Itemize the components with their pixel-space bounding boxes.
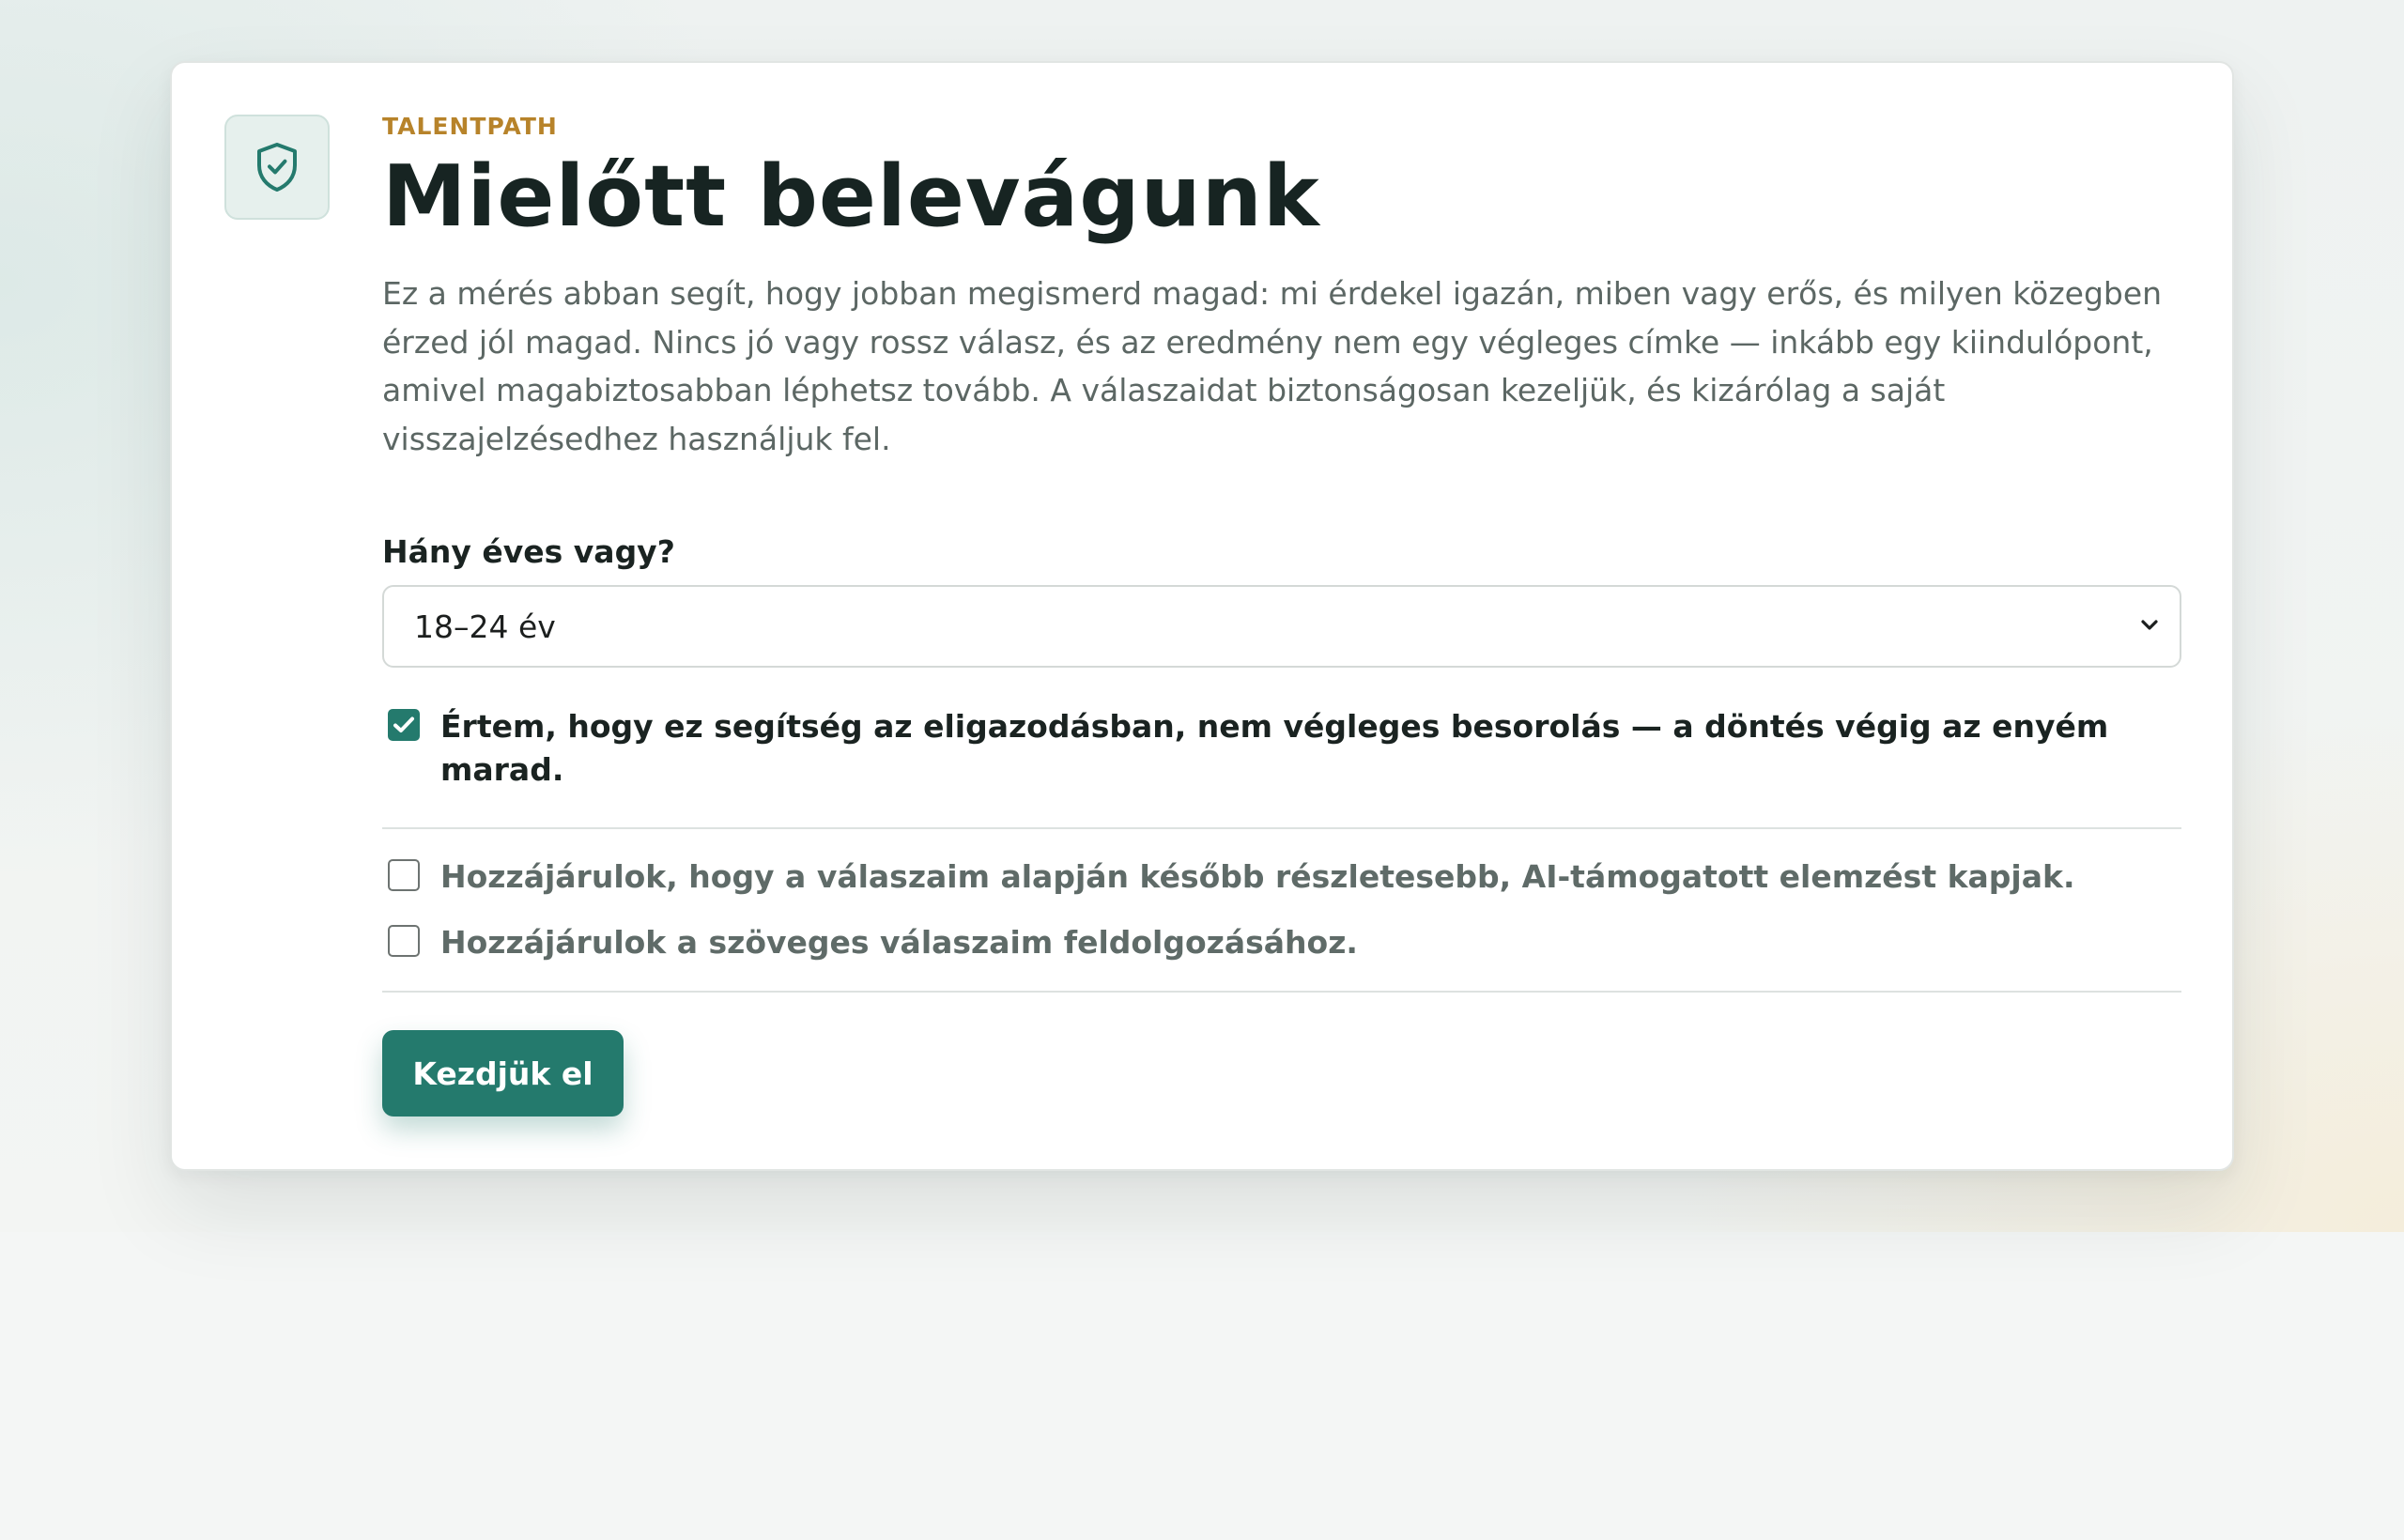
shield-tile	[224, 115, 330, 220]
text-processing-consent-text: Hozzájárulok a szöveges válaszaim feldol…	[440, 924, 1358, 961]
start-button[interactable]: Kezdjük el	[382, 1030, 624, 1116]
divider	[382, 991, 2181, 993]
checkmark-icon	[393, 716, 414, 732]
intro-text: Ez a mérés abban segít, hogy jobban megi…	[382, 275, 2163, 457]
age-select-value: 18–24 év	[414, 608, 556, 645]
divider	[382, 827, 2181, 829]
guidance-checkbox[interactable]	[388, 709, 420, 741]
text-processing-checkbox[interactable]	[388, 925, 420, 957]
age-label: Hány éves vagy?	[382, 533, 675, 570]
chevron-down-icon	[2141, 620, 2158, 630]
card-content: TALENTPATH Mielőtt belevágunk Ez a mérés…	[382, 112, 2181, 1116]
page-title: Mielőtt belevágunk	[382, 147, 1320, 246]
consent-card: TALENTPATH Mielőtt belevágunk Ez a mérés…	[170, 61, 2234, 1171]
ai-analysis-checkbox[interactable]	[388, 859, 420, 891]
consent-row-text-processing[interactable]: Hozzájárulok a szöveges válaszaim feldol…	[382, 921, 2181, 964]
consent-row-ai[interactable]: Hozzájárulok, hogy a válaszaim alapján k…	[382, 855, 2181, 899]
shield-check-icon	[257, 143, 297, 192]
guidance-consent-text: Értem, hogy ez segítség az eligazodásban…	[440, 708, 2109, 788]
brand-label: TALENTPATH	[382, 113, 558, 140]
consent-row-guidance[interactable]: Értem, hogy ez segítség az eligazodásban…	[382, 705, 2181, 792]
ai-consent-text: Hozzájárulok, hogy a válaszaim alapján k…	[440, 858, 2075, 895]
age-select[interactable]: 18–24 év	[382, 585, 2181, 668]
